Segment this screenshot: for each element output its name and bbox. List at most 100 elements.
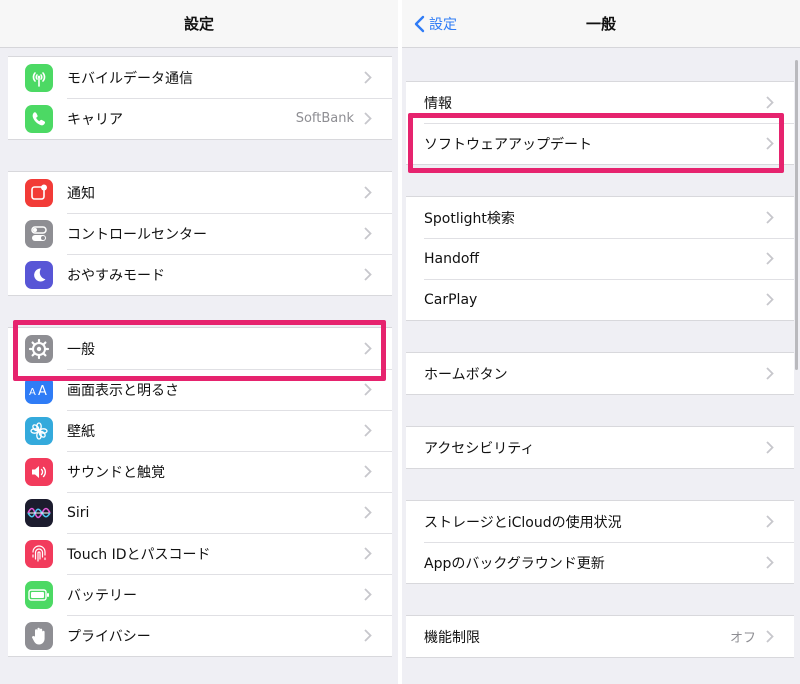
chevron-right-icon (766, 367, 774, 380)
settings-item-touch-id-passcode[interactable]: Touch IDとパスコード (8, 533, 392, 574)
notification-icon (25, 178, 53, 207)
antenna-icon (25, 63, 53, 92)
chevron-right-icon (766, 515, 774, 528)
settings-group-network: モバイルデータ通信 キャリア SoftBank (8, 56, 392, 140)
general-item-label: ソフトウェアアップデート (424, 136, 592, 153)
general-item-restrictions[interactable]: 機能制限 オフ (406, 616, 794, 657)
speaker-icon (25, 457, 53, 486)
chevron-right-icon (364, 465, 372, 478)
settings-item-do-not-disturb[interactable]: おやすみモード (8, 254, 392, 295)
svg-text:A: A (29, 387, 36, 398)
general-item-software-update[interactable]: ソフトウェアアップデート (406, 123, 794, 164)
settings-item-carrier[interactable]: キャリア SoftBank (8, 98, 392, 139)
navigation-bar: 設定 一般 (402, 0, 800, 48)
settings-item-label: キャリア (67, 111, 123, 128)
chevron-right-icon (364, 268, 372, 281)
general-group-restrictions: 機能制限 オフ (406, 615, 794, 658)
general-item-label: アクセシビリティ (424, 440, 535, 457)
settings-item-label: モバイルデータ通信 (67, 70, 193, 87)
settings-item-label: 画面表示と明るさ (67, 382, 179, 399)
general-screen: 設定 一般 情報 ソフトウェアアップデート Spotlight検索 Handof… (402, 0, 800, 684)
chevron-right-icon (364, 547, 372, 560)
chevron-right-icon (364, 186, 372, 199)
chevron-right-icon (364, 342, 372, 355)
chevron-right-icon (364, 424, 372, 437)
general-item-background-refresh[interactable]: Appのバックグラウンド更新 (406, 542, 794, 583)
settings-item-sounds-haptics[interactable]: サウンドと触覚 (8, 451, 392, 492)
toggle-icon (25, 219, 53, 248)
flower-icon (25, 416, 53, 445)
settings-item-wallpaper[interactable]: 壁紙 (8, 410, 392, 451)
settings-item-label: サウンドと触覚 (67, 464, 165, 481)
settings-item-cellular[interactable]: モバイルデータ通信 (8, 57, 392, 98)
general-item-accessibility[interactable]: アクセシビリティ (406, 427, 794, 468)
chevron-right-icon (364, 227, 372, 240)
general-group-storage: ストレージとiCloudの使用状況 Appのバックグラウンド更新 (406, 500, 794, 584)
general-item-handoff[interactable]: Handoff (406, 238, 794, 279)
general-item-label: Appのバックグラウンド更新 (424, 555, 605, 572)
settings-item-label: おやすみモード (67, 267, 165, 284)
general-group-continuity: Spotlight検索 Handoff CarPlay (406, 196, 794, 321)
general-item-home-button[interactable]: ホームボタン (406, 353, 794, 394)
siri-icon (25, 498, 53, 527)
general-item-label: Handoff (424, 250, 480, 267)
chevron-right-icon (364, 71, 372, 84)
chevron-right-icon (766, 441, 774, 454)
general-item-storage-icloud[interactable]: ストレージとiCloudの使用状況 (406, 501, 794, 542)
phone-icon (25, 104, 53, 133)
settings-item-label: 壁紙 (67, 423, 95, 440)
restrictions-value: オフ (729, 631, 756, 646)
text-size-icon: AA (25, 375, 53, 404)
general-item-label: 情報 (424, 95, 452, 112)
settings-item-label: 一般 (67, 341, 95, 358)
general-group-info: 情報 ソフトウェアアップデート (406, 81, 794, 165)
chevron-right-icon (364, 383, 372, 396)
settings-item-label: バッテリー (67, 587, 137, 604)
general-item-spotlight[interactable]: Spotlight検索 (406, 197, 794, 238)
fingerprint-icon (25, 539, 53, 568)
settings-group-notifications: 通知 コントロールセンター おやすみモード (8, 171, 392, 296)
chevron-right-icon (364, 112, 372, 125)
settings-item-label: プライバシー (67, 628, 151, 645)
chevron-right-icon (766, 630, 774, 643)
general-group-accessibility: アクセシビリティ (406, 426, 794, 469)
navigation-bar: 設定 (0, 0, 398, 48)
chevron-right-icon (364, 506, 372, 519)
page-title: 設定 (183, 15, 214, 33)
settings-item-label: 通知 (67, 185, 95, 202)
settings-item-siri[interactable]: Siri (8, 492, 392, 533)
scrollbar[interactable] (795, 60, 798, 370)
settings-item-label: コントロールセンター (67, 226, 207, 243)
chevron-right-icon (766, 556, 774, 569)
settings-item-label: Touch IDとパスコード (67, 546, 211, 563)
general-item-label: ストレージとiCloudの使用状況 (424, 514, 622, 531)
chevron-right-icon (766, 211, 774, 224)
carrier-value: SoftBank (295, 111, 354, 126)
gear-icon (25, 334, 53, 363)
settings-item-general[interactable]: 一般 (8, 328, 392, 369)
page-title: 一般 (585, 15, 616, 33)
settings-screen: 設定 モバイルデータ通信 キャリア SoftBank 通知 コントロールセンター… (0, 0, 398, 684)
general-group-home-button: ホームボタン (406, 352, 794, 395)
svg-text:A: A (38, 384, 47, 398)
general-item-carplay[interactable]: CarPlay (406, 279, 794, 320)
general-item-about[interactable]: 情報 (406, 82, 794, 123)
general-item-label: Spotlight検索 (424, 210, 515, 227)
general-item-label: CarPlay (424, 291, 478, 308)
general-item-label: ホームボタン (424, 366, 508, 383)
chevron-right-icon (364, 629, 372, 642)
moon-icon (25, 260, 53, 289)
settings-item-notifications[interactable]: 通知 (8, 172, 392, 213)
settings-item-display-brightness[interactable]: AA 画面表示と明るさ (8, 369, 392, 410)
chevron-right-icon (766, 252, 774, 265)
battery-icon (25, 580, 53, 609)
chevron-right-icon (364, 588, 372, 601)
chevron-right-icon (766, 96, 774, 109)
settings-item-control-center[interactable]: コントロールセンター (8, 213, 392, 254)
settings-item-privacy[interactable]: プライバシー (8, 615, 392, 656)
settings-item-battery[interactable]: バッテリー (8, 574, 392, 615)
general-item-label: 機能制限 (424, 629, 480, 646)
settings-group-general: 一般 AA 画面表示と明るさ 壁紙 サウンドと触覚 Siri Touch IDと… (8, 327, 392, 657)
chevron-right-icon (766, 293, 774, 306)
chevron-right-icon (766, 137, 774, 150)
